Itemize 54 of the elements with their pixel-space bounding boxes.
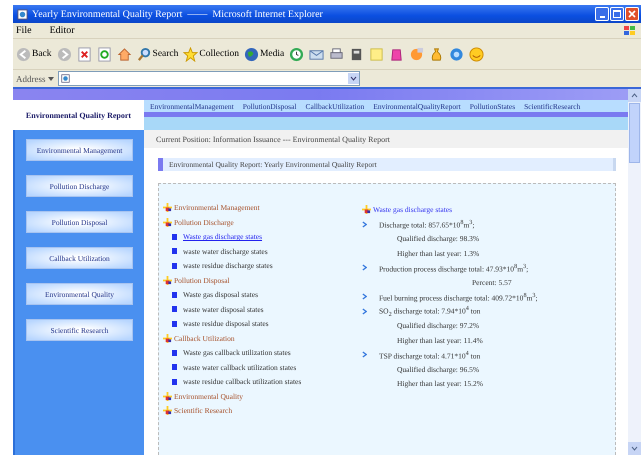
printer-icon[interactable] (329, 46, 344, 62)
site-title: Environmental Quality Report (26, 110, 132, 120)
square-bullet-icon (172, 350, 177, 356)
scroll-thumb[interactable] (629, 103, 640, 163)
square-bullet-icon (172, 378, 177, 385)
home-icon[interactable] (116, 46, 132, 62)
scrollbar[interactable] (628, 89, 641, 455)
menu-item[interactable]: File (16, 25, 32, 36)
pointer-icon (163, 392, 172, 401)
window-title: Yearly Environmental Quality Report —— Microsoft Internet Explorer (32, 8, 324, 20)
chevron-icon (362, 351, 367, 358)
square-bullet-icon (172, 306, 177, 312)
stop-icon[interactable] (76, 46, 92, 62)
chevron-icon (362, 220, 367, 228)
square-bullet-icon (172, 364, 177, 370)
square-bullet-icon (172, 320, 177, 327)
scroll-up-button[interactable] (628, 89, 641, 102)
pointer-icon (163, 406, 172, 416)
restore-button[interactable] (610, 7, 624, 21)
close-button[interactable] (625, 7, 639, 21)
dropdown-button[interactable] (348, 73, 358, 84)
media-button[interactable]: Media (244, 46, 284, 62)
globe-icon[interactable] (449, 46, 464, 62)
square-bullet-icon (172, 292, 177, 298)
minimize-button[interactable] (595, 7, 609, 21)
pointer-icon (362, 205, 371, 214)
windows-flag-icon (623, 24, 637, 36)
pointer-icon (163, 276, 172, 285)
pointer-icon (163, 334, 172, 343)
square-bullet-icon (172, 234, 177, 240)
pointer-icon (163, 218, 172, 227)
dropdown-arrow-icon[interactable] (48, 76, 54, 80)
square-bullet-icon (172, 248, 177, 254)
star-icon (183, 46, 198, 62)
pointer-icon (163, 203, 172, 212)
back-button[interactable]: Back (16, 46, 52, 62)
scroll-down-button[interactable] (628, 442, 641, 455)
address-label: Address (16, 74, 46, 84)
menu-item[interactable]: Editor (50, 25, 75, 36)
chevron-icon (362, 264, 367, 272)
favorites-button[interactable]: Collection (183, 46, 239, 62)
history-icon[interactable] (289, 46, 304, 62)
search-icon (136, 46, 152, 62)
globe-icon (244, 46, 259, 62)
breadcrumb: Current Position: Information Issuance --- Environmental Quality Report (156, 134, 390, 144)
refresh-icon[interactable] (96, 46, 112, 62)
page-icon (17, 8, 28, 20)
search-button[interactable]: Search (136, 46, 178, 62)
forward-icon[interactable] (56, 46, 72, 62)
heading-marker (158, 158, 163, 171)
close-icon (628, 10, 636, 18)
square-bullet-icon (172, 262, 177, 269)
page-icon (60, 74, 70, 83)
address-field[interactable] (58, 71, 360, 86)
